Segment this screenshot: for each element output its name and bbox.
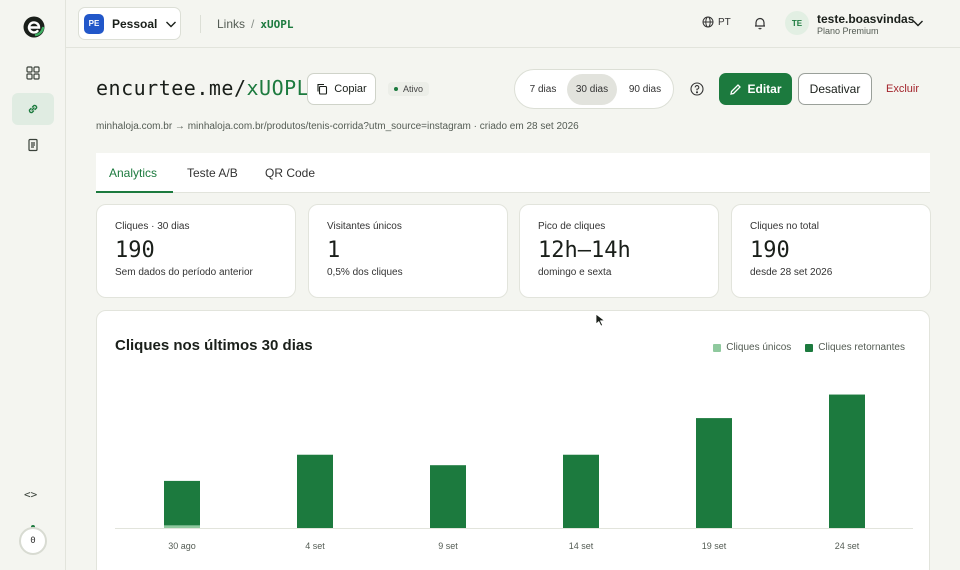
user-plan: Plano Premium [817,26,879,36]
bar-unique-0[interactable] [164,525,200,528]
link-icon [28,104,38,114]
chevron-down-icon[interactable] [912,17,924,29]
tab-analytics[interactable]: Analytics [109,166,157,180]
credits-counter[interactable]: 0 [19,527,47,555]
edit-button[interactable]: Editar [719,73,792,105]
x-tick-label: 19 set [702,541,727,551]
stat-subtext: desde 28 set 2026 [750,267,833,278]
period-30-days[interactable]: 30 dias [567,74,617,105]
deactivate-button[interactable]: Desativar [798,73,872,105]
copy-button[interactable]: Copiar [307,73,376,105]
short-url: encurtee.me/xUOPL [96,76,309,100]
status-text: Ativo [403,84,424,94]
pencil-icon [730,83,742,95]
stat-card-total-clicks: Cliques no total 190 desde 28 set 2026 [731,204,931,298]
user-name[interactable]: teste.boasvindas [817,12,914,26]
tab-qr-code[interactable]: QR Code [265,166,315,180]
divider [200,15,201,33]
active-tab-indicator [96,191,173,193]
stat-value: 1 [327,238,341,263]
destination-url: minhaloja.com.br → minhaloja.com.br/prod… [96,121,579,132]
stat-label: Pico de cliques [538,221,606,232]
period-selector: 7 dias 30 dias 90 dias [514,69,674,109]
status-badge: Ativo [388,82,430,96]
bar-returning-3[interactable] [563,454,599,528]
breadcrumb-separator: / [251,17,255,31]
top-bar: PE Pessoal Links / xUOPL PT TE teste.boasv… [66,0,960,48]
stat-subtext: 0,5% dos cliques [327,267,403,278]
period-90-days[interactable]: 90 dias [619,74,671,105]
bar-returning-4[interactable] [696,418,732,528]
developer-code-button[interactable]: <> [24,488,37,501]
tab-bar: Analytics Teste A/B QR Code [96,153,930,193]
chevron-down-icon [166,21,177,27]
stat-subtext: domingo e sexta [538,267,612,278]
short-url-slug: xUOPL [246,76,310,100]
sidebar-item-documents[interactable] [12,129,54,161]
edit-label: Editar [747,82,782,96]
breadcrumb-links[interactable]: Links [217,17,245,31]
delete-button[interactable]: Excluir [886,83,919,95]
app-logo-icon[interactable] [22,15,46,39]
stat-value: 190 [115,238,155,263]
bar-returning-2[interactable] [430,465,466,528]
tab-ab-test[interactable]: Teste A/B [187,166,238,180]
breadcrumb: Links / xUOPL [217,17,293,31]
x-tick-label: 14 set [569,541,594,551]
copy-label: Copiar [334,83,367,95]
stat-card-peak-clicks: Pico de cliques 12h–14h domingo e sexta [519,204,719,298]
x-tick-label: 30 ago [168,541,196,551]
sidebar-item-links[interactable] [12,93,54,125]
language-selector[interactable]: PT [702,16,731,28]
breadcrumb-current: xUOPL [260,18,294,31]
stat-subtext: Sem dados do período anterior [115,267,253,278]
x-tick-label: 24 set [835,541,860,551]
clicks-bar-chart: 30 ago 4 set 9 set 14 set 19 set 24 set [115,394,913,551]
sidebar: <> 0 [0,0,66,570]
sidebar-item-dashboard[interactable] [12,57,54,89]
stat-value: 12h–14h [538,238,631,263]
status-dot [394,87,398,91]
short-url-domain: encurtee.me/ [96,76,247,100]
document-icon [28,138,38,152]
workspace-badge: PE [84,13,104,34]
stat-value: 190 [750,238,790,263]
avatar[interactable]: TE [785,11,809,35]
help-icon[interactable] [690,82,704,96]
workspace-selector[interactable]: PE Pessoal [78,7,181,40]
clicks-chart-card: Cliques nos últimos 30 dias Cliques únic… [96,310,930,570]
x-tick-label: 4 set [305,541,325,551]
bell-icon[interactable] [753,16,767,30]
copy-icon [317,83,328,95]
mouse-cursor-icon [595,313,606,327]
globe-icon [702,16,714,28]
workspace-name: Pessoal [112,16,158,31]
bar-returning-0[interactable] [164,480,200,526]
bar-returning-5[interactable] [829,394,865,528]
period-7-days[interactable]: 7 dias [519,74,567,105]
stat-card-clicks-30d: Cliques · 30 dias 190 Sem dados do perío… [96,204,296,298]
x-tick-label: 9 set [438,541,458,551]
stat-label: Cliques no total [750,221,819,232]
grid-icon [26,66,40,80]
bar-returning-1[interactable] [297,454,333,528]
stat-card-unique-visitors: Visitantes únicos 1 0,5% dos cliques [308,204,508,298]
language-code: PT [718,16,731,28]
stat-label: Visitantes únicos [327,221,402,232]
stat-label: Cliques · 30 dias [115,221,190,232]
